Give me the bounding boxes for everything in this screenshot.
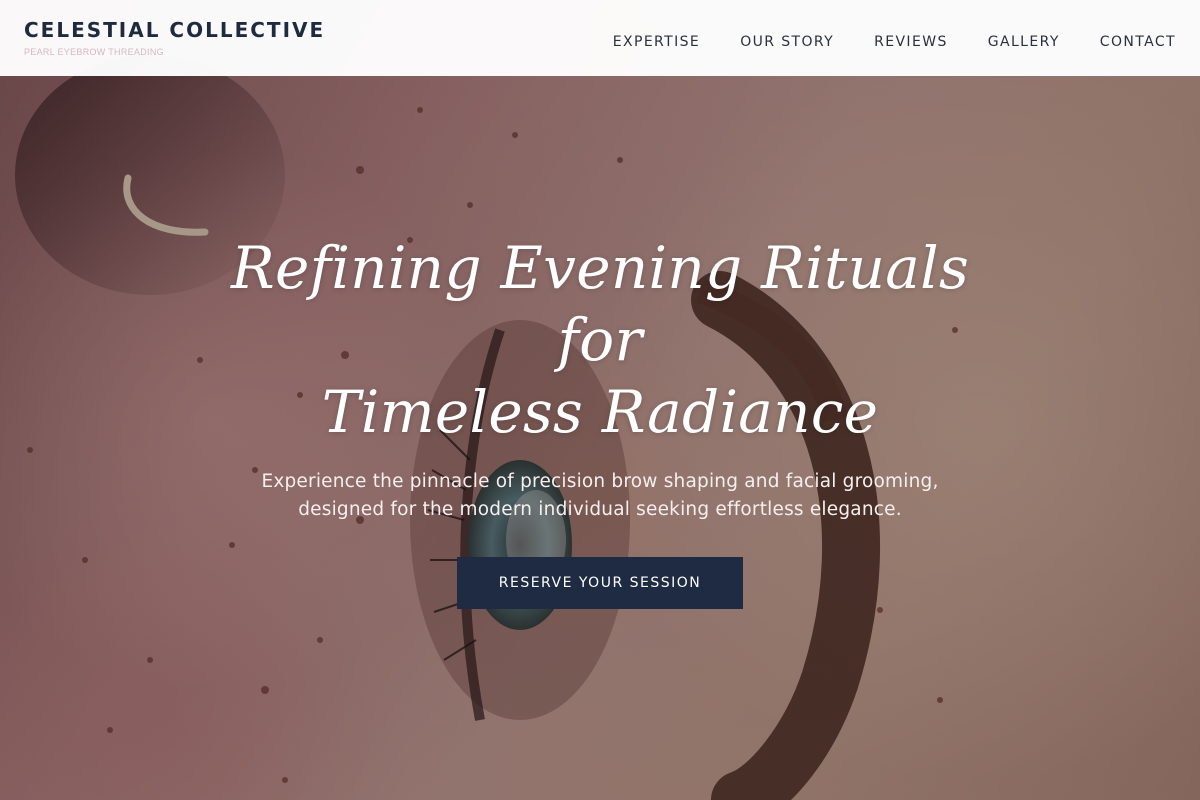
- nav-link-gallery[interactable]: GALLERY: [988, 34, 1060, 50]
- hero-subtitle: Experience the pinnacle of precision bro…: [261, 471, 939, 520]
- hero-title-line-1: Refining Evening Rituals for: [230, 234, 970, 374]
- nav-link-contact[interactable]: CONTACT: [1100, 34, 1176, 50]
- nav-link-our-story[interactable]: OUR STORY: [740, 34, 834, 50]
- landing-page: CELESTIAL COLLECTIVE PEARL EYEBROW THREA…: [0, 0, 1200, 800]
- main-navigation: EXPERTISE OUR STORY REVIEWS GALLERY CONT…: [613, 34, 1176, 50]
- site-header: CELESTIAL COLLECTIVE PEARL EYEBROW THREA…: [0, 0, 1200, 76]
- brand-tagline: PEARL EYEBROW THREADING: [24, 47, 164, 57]
- reserve-session-button[interactable]: RESERVE YOUR SESSION: [457, 557, 743, 609]
- brand-name[interactable]: CELESTIAL COLLECTIVE: [24, 18, 325, 42]
- nav-link-expertise[interactable]: EXPERTISE: [613, 34, 700, 50]
- nav-link-reviews[interactable]: REVIEWS: [874, 34, 948, 50]
- hero-title: Refining Evening Rituals for Timeless Ra…: [220, 232, 980, 448]
- hero-section: Refining Evening Rituals for Timeless Ra…: [0, 232, 1200, 609]
- hero-title-line-2: Timeless Radiance: [321, 378, 879, 446]
- brand-logo[interactable]: CELESTIAL COLLECTIVE PEARL EYEBROW THREA…: [24, 18, 325, 58]
